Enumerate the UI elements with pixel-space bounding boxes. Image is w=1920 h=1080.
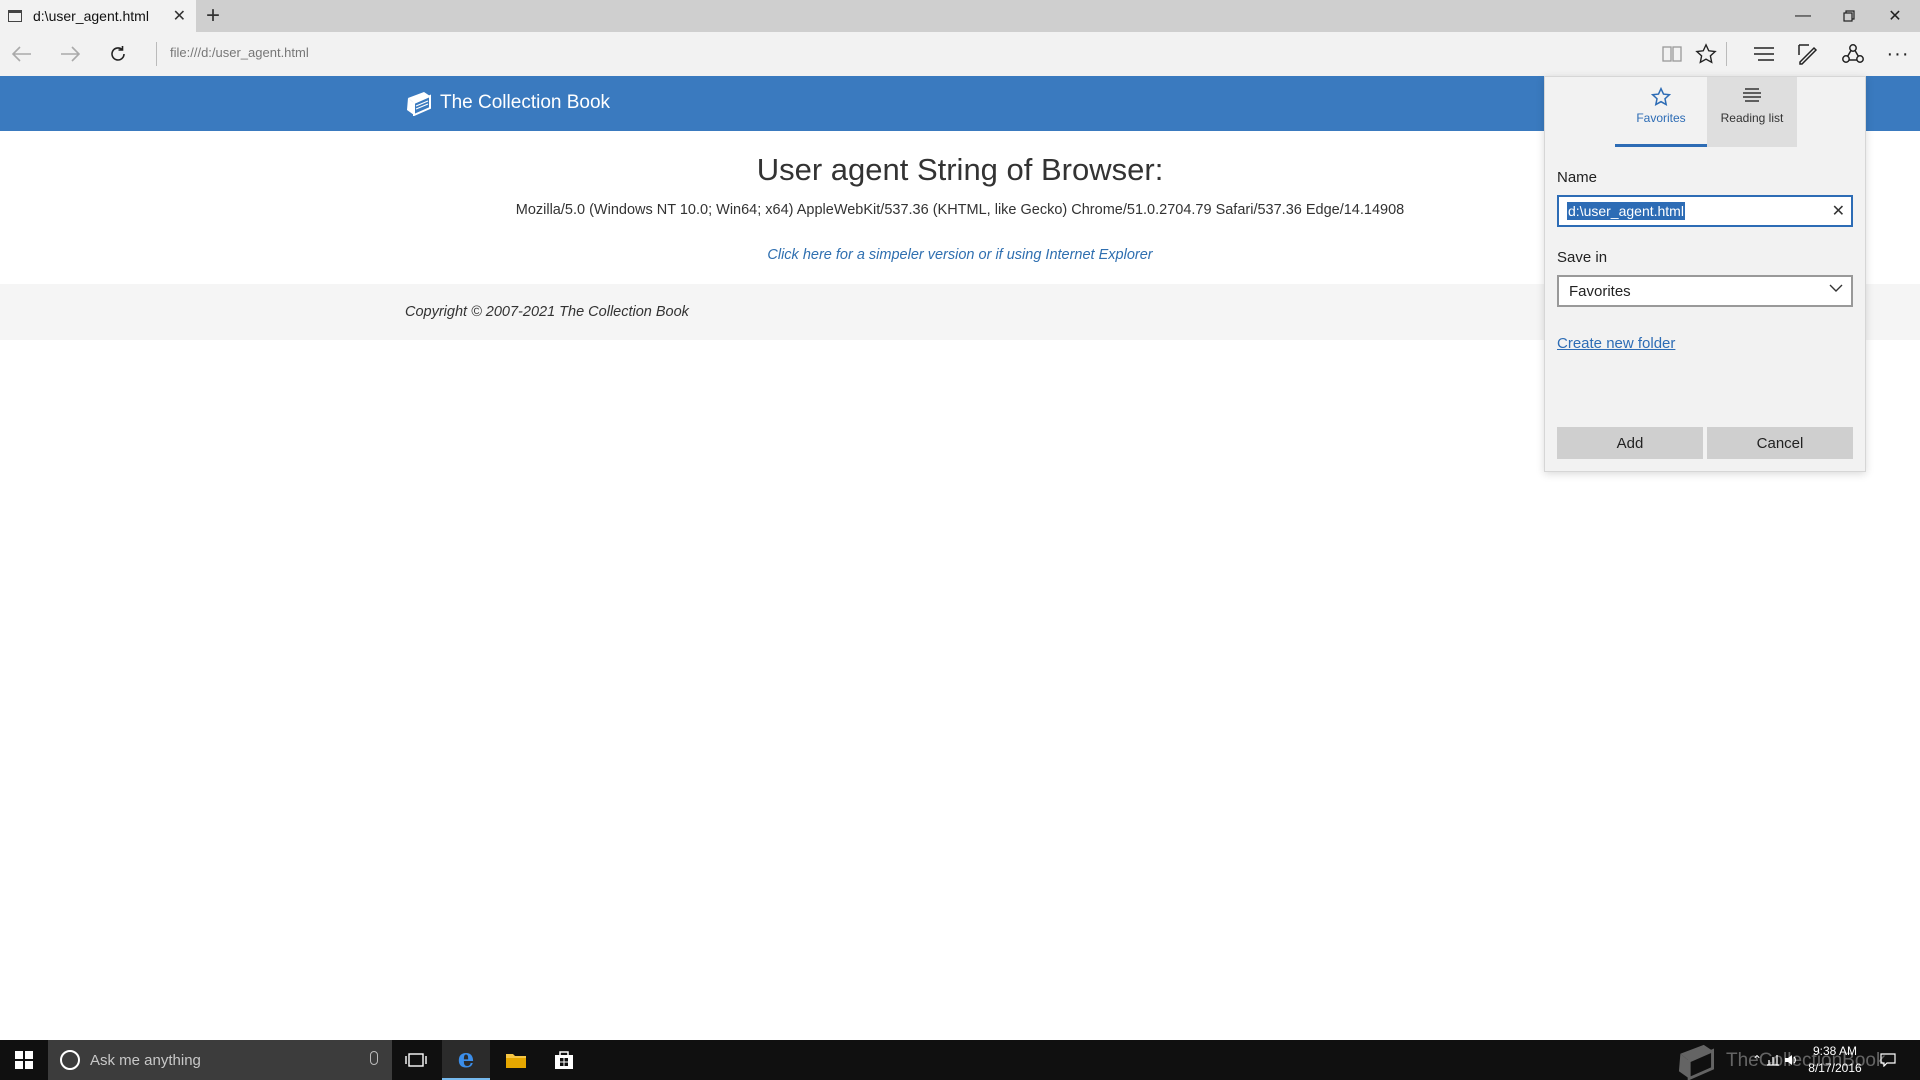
tab-favorites[interactable]: Favorites [1615,77,1707,147]
close-window-button[interactable]: ✕ [1872,0,1918,32]
browser-tab[interactable]: d:\user_agent.html ✕ [0,0,196,32]
store-icon [555,1051,573,1069]
network-icon[interactable] [1766,1040,1780,1080]
site-logo[interactable]: The Collection Book [404,90,610,116]
clear-icon[interactable]: ✕ [1832,201,1845,221]
save-in-select[interactable]: Favorites [1557,275,1853,307]
forward-button[interactable] [48,32,92,76]
task-view-button[interactable] [392,1040,440,1080]
tab-title: d:\user_agent.html [33,8,149,24]
title-bar: d:\user_agent.html ✕ + — ✕ [0,0,1920,32]
new-tab-button[interactable]: + [206,2,220,30]
reading-list-icon [1707,77,1797,109]
minimize-button[interactable]: — [1780,0,1826,32]
cortana-search-box[interactable]: Ask me anything [48,1040,392,1080]
browser-toolbar: file:///d:/user_agent.html ··· [0,32,1920,76]
show-hidden-icons-icon[interactable]: ⌃ [1752,1040,1762,1080]
add-button[interactable]: Add [1557,427,1703,459]
file-explorer-button[interactable] [492,1040,540,1080]
cancel-button[interactable]: Cancel [1707,427,1853,459]
edge-taskbar-button[interactable]: e [442,1040,490,1080]
cortana-icon [60,1050,80,1070]
volume-icon[interactable] [1784,1040,1798,1080]
folder-icon [506,1054,526,1068]
search-placeholder: Ask me anything [90,1051,201,1069]
tab-reading-list-label: Reading list [1720,111,1784,125]
start-button[interactable] [0,1040,48,1080]
store-button[interactable] [540,1040,588,1080]
star-icon [1615,77,1707,109]
add-favorite-star-icon[interactable] [1684,32,1728,76]
tab-reading-list[interactable]: Reading list [1707,77,1797,147]
clock-date: 8/17/2016 [1808,1061,1862,1075]
more-icon[interactable]: ··· [1876,32,1920,76]
save-in-label: Save in [1557,249,1608,266]
chevron-down-icon [1829,281,1843,298]
address-bar[interactable]: file:///d:/user_agent.html [170,45,309,60]
clock-time: 9:38 AM [1812,1044,1858,1058]
save-in-value: Favorites [1569,282,1631,300]
name-label: Name [1557,169,1598,186]
favorite-name-value: d:\user_agent.html [1567,202,1685,220]
microphone-icon[interactable] [370,1051,378,1065]
create-new-folder-link[interactable]: Create new folder [1557,335,1675,352]
hub-icon[interactable] [1742,32,1786,76]
taskbar: Ask me anything e TheCollectionBook ⌃ 9:… [0,1040,1920,1080]
favorite-name-input[interactable]: d:\user_agent.html ✕ [1557,195,1853,227]
copyright-text: Copyright © 2007-2021 The Collection Boo… [405,304,689,320]
action-center-icon[interactable] [1880,1040,1896,1080]
system-clock[interactable]: 9:38 AM 8/17/2016 [1800,1043,1870,1077]
tab-favorites-label: Favorites [1636,111,1686,125]
web-note-icon[interactable] [1786,32,1830,76]
address-separator [156,42,157,66]
back-button[interactable] [0,32,44,76]
add-favorite-flyout: Favorites Reading list Name d:\user_agen… [1544,76,1866,472]
task-view-icon [405,1053,427,1067]
windows-icon [15,1051,33,1069]
restore-button[interactable] [1826,0,1872,32]
page-icon [8,10,22,22]
share-icon[interactable] [1831,32,1875,76]
book-icon [407,92,431,116]
close-tab-icon[interactable]: ✕ [173,6,186,26]
toolbar-separator [1726,42,1727,66]
refresh-button[interactable] [96,32,140,76]
edge-icon: e [457,1044,475,1074]
watermark-book-icon [1678,1044,1714,1080]
site-brand-name: The Collection Book [440,92,611,113]
